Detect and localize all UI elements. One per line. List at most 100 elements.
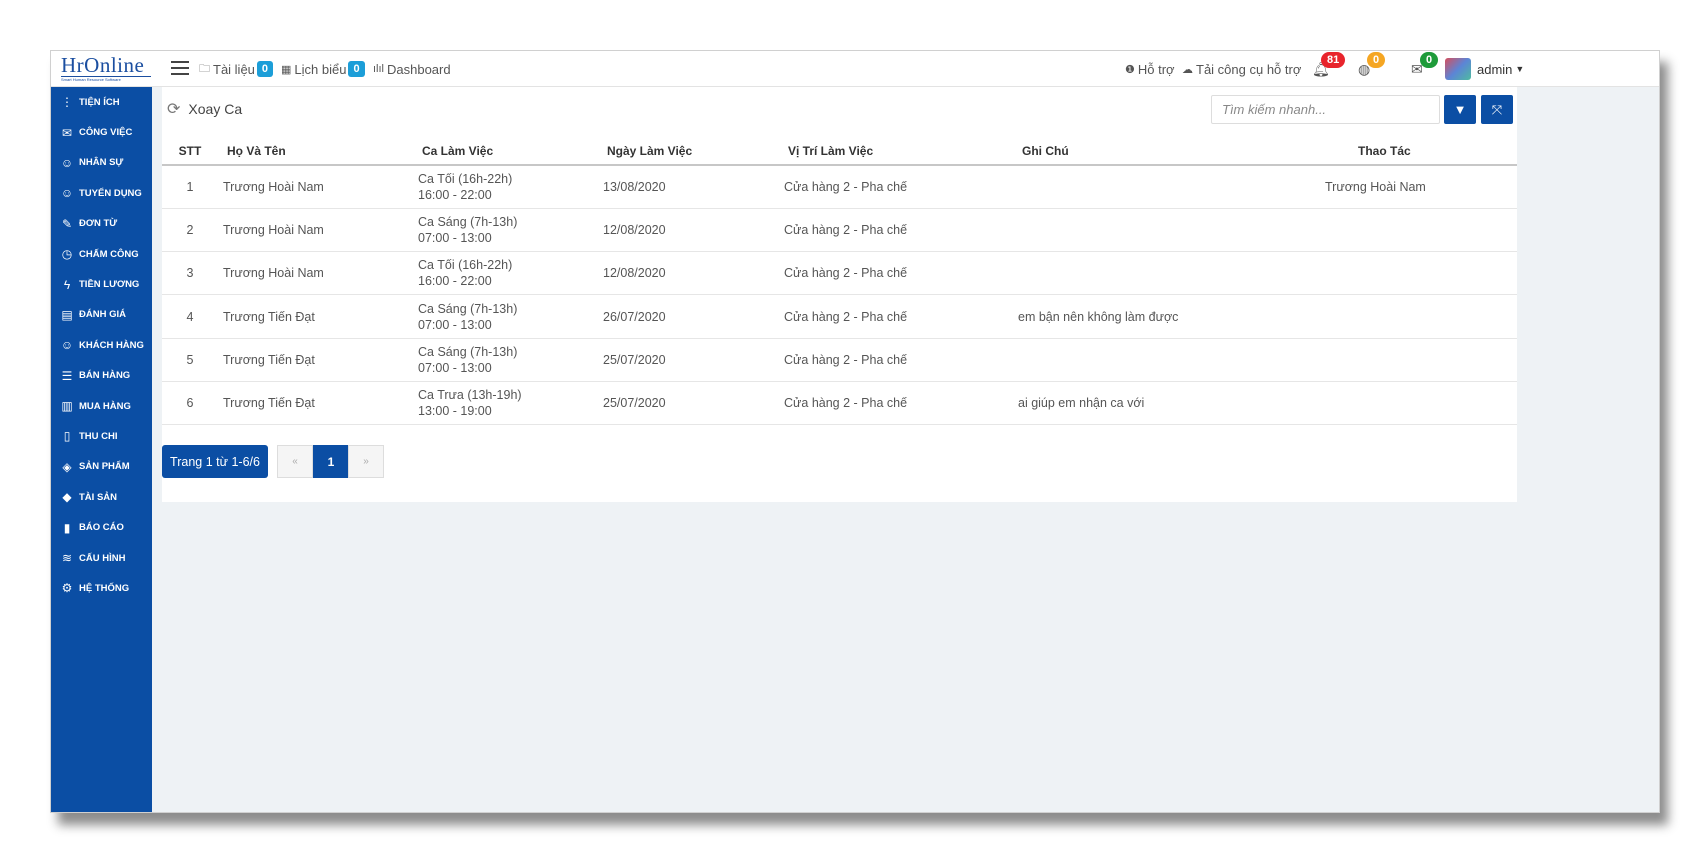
filter-button[interactable]: ▼	[1444, 95, 1476, 124]
sidebar-item[interactable]: ⋮ TIỆN ÍCH	[51, 87, 152, 117]
user-menu[interactable]: admin ▼	[1445, 51, 1524, 87]
cloud-download-icon: ☁	[1182, 63, 1193, 76]
fullscreen-button[interactable]: ⤧	[1481, 95, 1513, 124]
sidebar-item[interactable]: ✉ CÔNG VIỆC	[51, 117, 152, 147]
col-header-location: Vị Trí Làm Việc	[779, 137, 1013, 166]
sidebar-item[interactable]: ☺ TUYỂN DỤNG	[51, 178, 152, 208]
shift-time: 16:00 - 22:00	[418, 274, 492, 289]
page-title-text: Xoay Ca	[188, 101, 243, 117]
cell-date: 13/08/2020	[598, 165, 779, 209]
cell-name: Trương Hoài Nam	[218, 208, 413, 253]
topnav-download[interactable]: ☁ Tải công cụ hỗ trợ	[1182, 51, 1301, 87]
search-input[interactable]	[1211, 95, 1440, 124]
folder-icon: 🗀	[199, 62, 210, 75]
sidebar-item-label: THU CHI	[79, 430, 118, 442]
cell-action: Trương Hoài Nam	[1321, 165, 1517, 209]
topnav-docs[interactable]: 🗀 Tài liệu 0	[199, 51, 274, 87]
refresh-icon: ⟳	[167, 101, 181, 118]
sidebar-item[interactable]: ☰ BÁN HÀNG	[51, 361, 152, 391]
notif-mail[interactable]: ✉ 0	[1411, 51, 1439, 87]
sidebar-item[interactable]: ◆ TÀI SẢN	[51, 482, 152, 512]
table-row[interactable]: 2 Trương Hoài Nam Ca Sáng (7h-13h) 07:00 - …	[162, 208, 1517, 253]
page-1-button[interactable]: 1	[313, 445, 349, 478]
sidebar-item-label: TIỆN ÍCH	[79, 96, 120, 108]
shift-time: 07:00 - 13:00	[418, 230, 492, 245]
sidebar: ⋮ TIỆN ÍCH ✉ CÔNG VIỆC ☺ NHÂN SỰ ☺ TUYỂN DỤNG ✎ Đ…	[51, 87, 152, 812]
table-row[interactable]: 3 Trương Hoài Nam Ca Tối (16h-22h) 16:00 - …	[162, 251, 1517, 296]
table-body: 1 Trương Hoài Nam Ca Tối (16h-22h) 16:00 - …	[162, 165, 1517, 426]
sidebar-item[interactable]: ϟ TIỀN LƯƠNG	[51, 269, 152, 299]
notif-bell[interactable]: 🔔︎ 81	[1312, 51, 1346, 87]
topnav-dashboard-label: Dashboard	[387, 61, 451, 77]
user-icon: ☺	[60, 155, 74, 170]
sidebar-item-label: CẤU HÌNH	[79, 552, 126, 564]
sidebar-item[interactable]: ◈ SẢN PHẨM	[51, 452, 152, 482]
cell-location: Cửa hàng 2 - Pha chế	[779, 338, 1013, 382]
pagination-info: Trang 1 từ 1-6/6	[162, 445, 268, 478]
sidebar-item[interactable]: ☺ KHÁCH HÀNG	[51, 330, 152, 360]
sidebar-item[interactable]: ⚙ HỆ THỐNG	[51, 573, 152, 603]
list-icon: ☰	[61, 368, 73, 383]
topnav-download-label: Tải công cụ hỗ trợ	[1196, 61, 1302, 77]
cell-action	[1321, 251, 1517, 296]
sidebar-item[interactable]: ▯ THU CHI	[51, 421, 152, 451]
notif-globe[interactable]: ◍ 0	[1358, 51, 1386, 87]
shift-time: 07:00 - 13:00	[418, 317, 492, 332]
topnav-dashboard[interactable]: ılıl Dashboard	[373, 51, 451, 87]
cell-name: Trương Tiến Đạt	[218, 294, 413, 339]
sidebar-item[interactable]: ▤ ĐÁNH GIÁ	[51, 300, 152, 330]
cell-note	[1013, 165, 1321, 209]
logo-name: HrOnline	[61, 53, 145, 77]
cell-action	[1321, 208, 1517, 253]
hamburger-menu-icon[interactable]	[171, 61, 189, 75]
sidebar-item-label: TUYỂN DỤNG	[79, 187, 142, 199]
cell-location: Cửa hàng 2 - Pha chế	[779, 381, 1013, 426]
sidebar-item[interactable]: ≋ CẤU HÌNH	[51, 543, 152, 573]
sidebar-item-label: MUA HÀNG	[79, 400, 131, 412]
prev-page-button[interactable]: «	[277, 445, 313, 478]
sidebar-item[interactable]: ▮ BÁO CÁO	[51, 512, 152, 542]
page-title: ⟳ Xoay Ca	[167, 99, 242, 119]
sidebar-item[interactable]: ☺ NHÂN SỰ	[51, 148, 152, 178]
next-page-button[interactable]: »	[348, 445, 384, 478]
map-icon: ▥	[61, 399, 73, 414]
sidebar-item-label: BÁO CÁO	[79, 522, 124, 534]
cell-shift: Ca Trưa (13h-19h) 13:00 - 19:00	[413, 381, 598, 426]
user-name: admin	[1477, 61, 1513, 77]
cell-date: 25/07/2020	[598, 381, 779, 426]
dots-vertical-icon: ⋮	[61, 95, 73, 110]
topnav-support[interactable]: ❶ Hỗ trợ	[1125, 51, 1175, 87]
clock-icon: ◷	[61, 247, 73, 262]
table-header-row: STT Họ Và Tên Ca Làm Việc Ngày Làm Việc …	[162, 137, 1517, 166]
sidebar-item-label: BÁN HÀNG	[79, 370, 131, 382]
mail-count-badge: 0	[1420, 51, 1439, 68]
sidebar-item-label: HỆ THỐNG	[79, 582, 130, 594]
col-header-stt: STT	[162, 137, 218, 166]
topnav-docs-label: Tài liệu	[213, 61, 255, 77]
cell-location: Cửa hàng 2 - Pha chế	[779, 208, 1013, 253]
cell-action	[1321, 381, 1517, 426]
shift-table: STT Họ Và Tên Ca Làm Việc Ngày Làm Việc …	[162, 137, 1517, 426]
avatar	[1445, 58, 1471, 80]
cell-date: 25/07/2020	[598, 338, 779, 382]
logo-tagline: Smart Human Resource Software	[61, 76, 151, 83]
sidebar-item-label: TIỀN LƯƠNG	[79, 279, 140, 291]
table-row[interactable]: 1 Trương Hoài Nam Ca Tối (16h-22h) 16:00 - …	[162, 165, 1517, 209]
cell-stt: 3	[162, 251, 218, 296]
sidebar-item[interactable]: ✎ ĐƠN TỪ	[51, 209, 152, 239]
cell-note: em bận nên không làm được	[1013, 294, 1321, 339]
table-row[interactable]: 4 Trương Tiến Đạt Ca Sáng (7h-13h) 07:00 - …	[162, 294, 1517, 339]
cell-name: Trương Hoài Nam	[218, 251, 413, 296]
schedule-count-badge: 0	[348, 61, 365, 77]
cell-note	[1013, 208, 1321, 253]
shift-name: Ca Sáng (7h-13h)	[418, 344, 518, 359]
sidebar-item[interactable]: ◷ CHẤM CÔNG	[51, 239, 152, 269]
table-row[interactable]: 5 Trương Tiến Đạt Ca Sáng (7h-13h) 07:00 - …	[162, 338, 1517, 382]
tag-icon: ◈	[62, 459, 72, 474]
topnav-schedule[interactable]: ▦ Lịch biểu 0	[281, 51, 365, 87]
sidebar-item[interactable]: ▥ MUA HÀNG	[51, 391, 152, 421]
table-row[interactable]: 6 Trương Tiến Đạt Ca Trưa (13h-19h) 13:00 -…	[162, 381, 1517, 426]
logo[interactable]: HrOnline Smart Human Resource Software	[61, 54, 151, 84]
envelope-icon: ✉	[61, 125, 73, 140]
cell-note	[1013, 251, 1321, 296]
